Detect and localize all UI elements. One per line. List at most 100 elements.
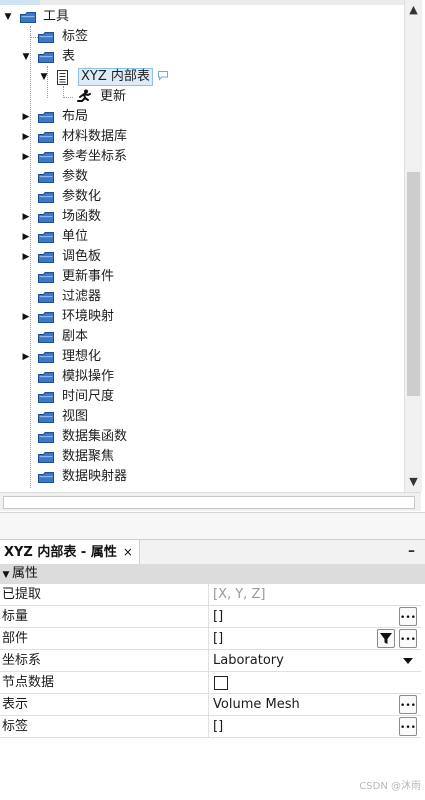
tree-node-label-selected: XYZ 内部表 [78,68,153,86]
expand-arrow-icon[interactable]: ▶ [20,207,32,227]
tree-node-label: 参数 [62,169,89,184]
expand-arrow-icon[interactable]: ▶ [20,107,32,127]
folder-icon [38,272,54,283]
tree-node-label: 模拟操作 [62,369,115,384]
folder-icon [38,232,54,243]
folder-icon [38,152,54,163]
tree-node-label: 数据聚焦 [62,449,115,464]
tree-horizontal-scrollbar[interactable] [0,492,421,511]
table-icon [57,70,68,85]
tree-node-label: 数据集函数 [62,429,128,444]
collapse-arrow-icon[interactable]: ▼ [38,67,50,87]
property-value[interactable]: Volume Mesh [213,694,300,715]
property-row-representation[interactable]: 表示 Volume Mesh ••• [0,694,421,716]
folder-icon [38,292,54,303]
ellipsis-button[interactable]: ••• [399,607,417,626]
tree-node-label: 过滤器 [62,289,102,304]
folder-icon [38,32,54,43]
tree-node-label: 时间尺度 [62,389,115,404]
property-value[interactable]: [] [213,606,223,627]
property-name: 标量 [2,609,29,624]
folder-icon [38,192,54,203]
tree-node-label: 单位 [62,229,89,244]
ellipsis-button[interactable]: ••• [399,717,417,736]
scroll-up-icon[interactable]: ▲ [405,2,422,18]
properties-tab[interactable]: XYZ 内部表 - 属性 × [0,540,140,564]
tree-node-label: 表 [62,49,76,64]
property-row-parts[interactable]: 部件 [] ••• [0,628,421,650]
expand-arrow-icon[interactable]: ▶ [20,307,32,327]
folder-icon [38,452,54,463]
section-label: 属性 [12,566,39,581]
folder-icon [20,12,36,23]
scroll-down-icon[interactable]: ▼ [405,474,422,490]
close-icon[interactable]: × [123,545,133,559]
minimize-icon[interactable]: – [408,540,415,562]
property-row-tags[interactable]: 标签 [] ••• [0,716,421,738]
property-row-coordinate-system[interactable]: 坐标系 Laboratory [0,650,421,672]
panel-divider[interactable] [0,512,425,540]
folder-icon [38,472,54,483]
collapse-arrow-icon[interactable]: ▼ [0,565,12,585]
tree-node-label: 调色板 [62,249,102,264]
tree-node-label: 更新 [100,89,127,104]
tree-node-label: 视图 [62,409,89,424]
property-value: [X, Y, Z] [213,587,266,602]
tree-viewport: ▼ 工具 标签 ▼ 表 ▼ XYZ 内部表 更新 ▶ 布局 ▶ 材料数据库 ▶ … [0,0,404,492]
tree-node-label: 标签 [62,29,89,44]
tree-node-label: 参考坐标系 [62,149,128,164]
property-value[interactable]: [] [213,716,223,737]
collapse-arrow-icon[interactable]: ▼ [20,47,32,67]
folder-icon [38,52,54,63]
watermark: CSDN @沐雨 [359,781,421,792]
tree-node-label: 更新事件 [62,269,115,284]
tree-panel: ▼ 工具 标签 ▼ 表 ▼ XYZ 内部表 更新 ▶ 布局 ▶ 材料数据库 ▶ … [0,0,425,512]
property-value[interactable]: Laboratory [213,650,284,671]
property-name: 标签 [2,719,29,734]
tree-node-label: 场函数 [62,209,102,224]
folder-icon [38,412,54,423]
tree-node-label: 工具 [43,9,70,24]
tree-vertical-scrollbar[interactable]: ▲ ▼ [404,0,422,492]
property-row-node-data[interactable]: 节点数据 [0,672,421,694]
property-name: 已提取 [2,587,42,602]
ellipsis-button[interactable]: ••• [399,629,417,648]
filter-icon [380,633,392,644]
folder-icon [38,112,54,123]
folder-icon [38,212,54,223]
tree-node-label: 数据映射器 [62,469,128,484]
tree-node-label: 材料数据库 [62,129,128,144]
tree-node-label: 环境映射 [62,309,115,324]
property-name: 表示 [2,697,29,712]
folder-icon [38,172,54,183]
expand-arrow-icon[interactable]: ▶ [20,347,32,367]
filter-button[interactable] [377,629,395,648]
property-name: 部件 [2,631,29,646]
expand-arrow-icon[interactable]: ▶ [20,247,32,267]
node-data-checkbox[interactable] [214,676,228,690]
scrollbar-thumb[interactable] [407,172,420,396]
tree-node-label: 剧本 [62,329,89,344]
property-name: 坐标系 [2,653,42,668]
expand-arrow-icon[interactable]: ▶ [20,147,32,167]
dropdown-arrow-icon[interactable] [403,658,413,664]
tree-node-label: 理想化 [62,349,102,364]
folder-icon [38,252,54,263]
folder-icon [38,312,54,323]
scrollbar-track[interactable] [3,496,415,509]
collapse-arrow-icon[interactable]: ▼ [2,7,14,27]
expand-arrow-icon[interactable]: ▶ [20,127,32,147]
folder-icon [38,332,54,343]
properties-section-header[interactable]: ▼ 属性 [0,564,425,584]
folder-icon [38,372,54,383]
property-row-extracted[interactable]: 已提取 [X, Y, Z] [0,584,421,606]
expand-arrow-icon[interactable]: ▶ [20,227,32,247]
property-name: 节点数据 [2,675,55,690]
tree-node-label: 布局 [62,109,89,124]
properties-header: XYZ 内部表 - 属性 × – [0,539,425,565]
comment-icon[interactable] [157,70,169,81]
running-man-icon [77,89,91,102]
property-row-scalars[interactable]: 标量 [] ••• [0,606,421,628]
ellipsis-button[interactable]: ••• [399,695,417,714]
property-value[interactable]: [] [213,628,223,649]
